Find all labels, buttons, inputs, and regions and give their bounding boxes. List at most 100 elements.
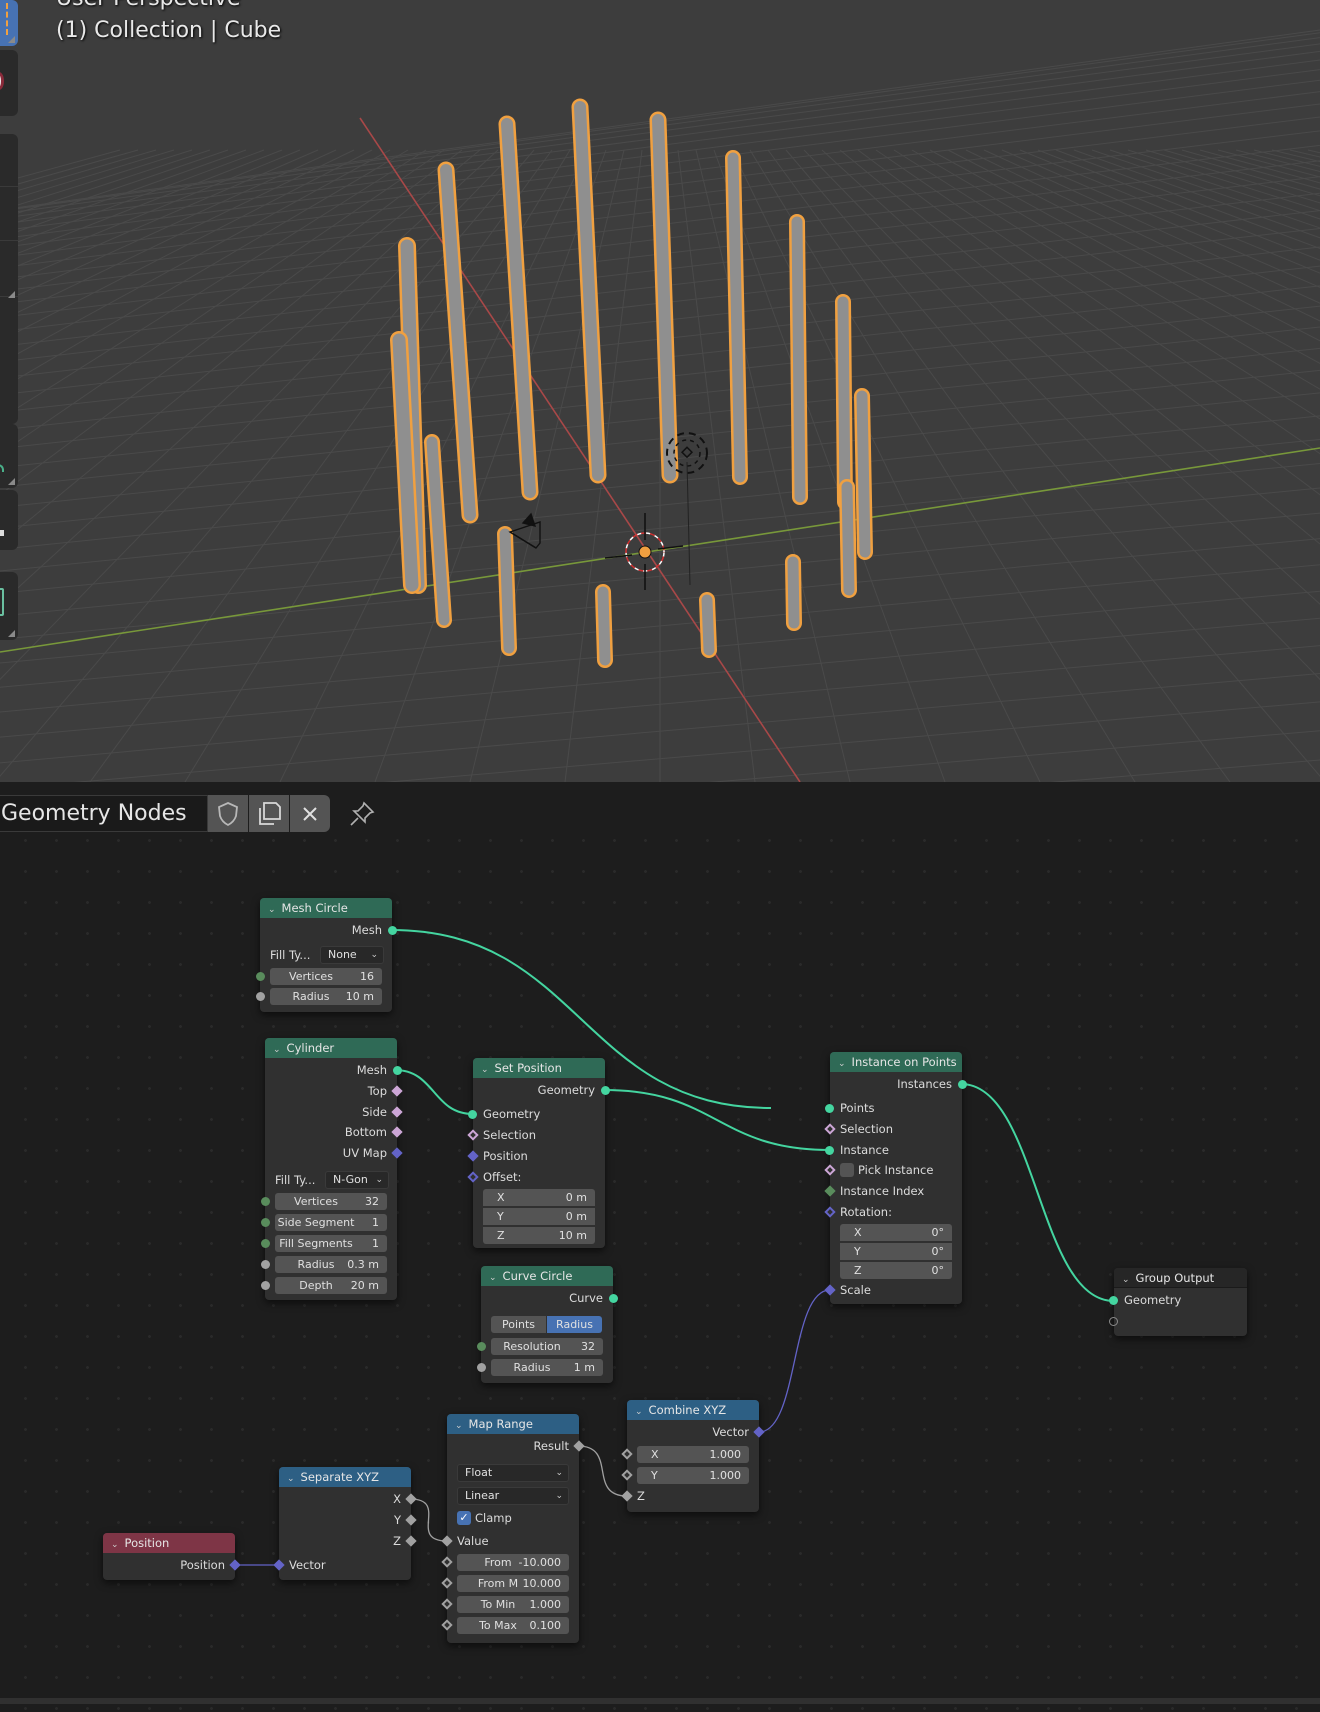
socket-curve-out[interactable] [609,1294,618,1303]
tool-select-box[interactable] [0,0,18,46]
mode-radius-button[interactable]: Radius [547,1316,602,1333]
node-header[interactable]: ⌄ Curve Circle [481,1266,613,1286]
collapse-chevron-icon[interactable]: ⌄ [287,1469,295,1489]
node-map-range[interactable]: ⌄ Map Range Result Float ⌄ Linear ⌄ ✓ Clamp… [441,1414,585,1643]
socket-fill-segments-in[interactable] [261,1239,270,1248]
node-header[interactable]: ⌄ Group Output [1114,1268,1247,1288]
duplicate-button[interactable] [249,795,289,832]
field-offset-x[interactable]: X0 m [483,1189,595,1206]
tool-annotate[interactable] [0,424,18,488]
node-link-1[interactable] [394,1069,474,1115]
socket-vertices-in[interactable] [261,1197,270,1206]
field-rotation-x[interactable]: X 0° [840,1224,952,1241]
viewport-scene[interactable] [0,0,1320,782]
node-cylinder[interactable]: ⌄ Cylinder Mesh Top Side Bottom UV Map Fi… [261,1038,403,1300]
field-rotation-z[interactable]: Z 0° [840,1262,952,1279]
socket-radius-in[interactable] [477,1363,486,1372]
field-from-max[interactable]: From M 10.000 [457,1575,569,1592]
field-from-min[interactable]: From -10.000 [457,1554,569,1571]
field-x[interactable]: X 1.000 [637,1446,749,1463]
node-header[interactable]: ⌄ Set Position [473,1058,605,1078]
node-separate-xyz[interactable]: ⌄ Separate XYZ X Y Z Vector [273,1467,417,1580]
cylinder-instance[interactable] [837,296,851,508]
node-tree-name-field[interactable]: Geometry Nodes [0,795,208,832]
collapse-chevron-icon[interactable]: ⌄ [455,1416,463,1436]
pick-instance-checkbox[interactable] [840,1163,854,1177]
3d-viewport[interactable]: User Perspective (1) Collection | Cube [0,0,1320,782]
socket-points-in[interactable] [825,1104,834,1113]
interpolation-dropdown[interactable]: Linear ⌄ [457,1487,569,1505]
field-radius[interactable]: Radius 10 m [270,988,382,1005]
cylinder-instance[interactable] [856,390,871,558]
collapse-chevron-icon[interactable]: ⌄ [273,1040,281,1060]
editor-bottom-scrollbar[interactable] [0,1698,1320,1704]
collapse-chevron-icon[interactable]: ⌄ [481,1060,489,1080]
cylinder-instance[interactable] [841,481,855,596]
node-set-position[interactable]: ⌄ Set Position Geometry Geometry Selectio… [467,1058,610,1248]
node-header[interactable]: ⌄ Separate XYZ [279,1467,411,1487]
socket-geometry-in[interactable] [468,1110,477,1119]
socket-resolution-in[interactable] [477,1342,486,1351]
tool-add-cube[interactable] [0,572,18,640]
node-header[interactable]: ⌄ Instance on Points [830,1052,962,1072]
node-curve-circle[interactable]: ⌄ Curve Circle Curve Points Radius Resolu… [477,1266,618,1383]
data-type-dropdown[interactable]: Float ⌄ [457,1464,569,1482]
node-link-2[interactable] [603,1089,831,1151]
collapse-chevron-icon[interactable]: ⌄ [838,1054,846,1074]
cylinder-instance[interactable] [787,556,800,629]
tool-group-transform[interactable] [0,134,18,424]
field-offset-z[interactable]: Z 10 m [483,1227,595,1244]
node-position[interactable]: ⌄ Position Position [103,1533,241,1580]
node-link-4[interactable] [758,1289,831,1433]
socket-radius-in[interactable] [261,1260,270,1269]
socket-instance-in[interactable] [825,1146,834,1155]
socket-radius-in[interactable] [256,992,265,1001]
unlink-button[interactable] [290,795,330,832]
collapse-chevron-icon[interactable]: ⌄ [1122,1270,1130,1290]
node-header[interactable]: ⌄ Position [103,1533,235,1553]
field-to-min[interactable]: To Min 1.000 [457,1596,569,1613]
cylinder-instance[interactable] [791,216,806,503]
socket-vertices-in[interactable] [256,972,265,981]
field-vertices[interactable]: Vertices 16 [270,968,382,985]
node-header[interactable]: ⌄ Mesh Circle [260,898,392,918]
socket-mesh-out[interactable] [393,1066,402,1075]
node-group-output[interactable]: ⌄ Group Output Geometry [1109,1268,1247,1336]
field-vertices[interactable]: Vertices 32 [275,1193,387,1210]
socket-geometry-in[interactable] [1109,1296,1118,1305]
socket-instances-out[interactable] [958,1080,967,1089]
node-header[interactable]: ⌄ Cylinder [265,1038,397,1058]
socket-depth-in[interactable] [261,1281,270,1290]
tool-measure[interactable] [0,490,18,550]
fill-type-dropdown[interactable]: N-Gon ⌄ [325,1171,389,1189]
node-header[interactable]: ⌄ Combine XYZ [627,1400,759,1420]
collapse-chevron-icon[interactable]: ⌄ [268,900,276,920]
cylinder-instance[interactable] [701,594,715,656]
cylinder-instance[interactable] [597,586,611,666]
node-editor[interactable]: Geometry Nodes ⌄ Mesh Circle Mesh Fill Ty… [0,782,1320,1712]
field-y[interactable]: Y 1.000 [637,1467,749,1484]
collapse-chevron-icon[interactable]: ⌄ [111,1535,119,1555]
socket-geometry-out[interactable] [601,1086,610,1095]
field-offset-y[interactable]: Y0 m [483,1208,595,1225]
field-depth[interactable]: Depth 20 m [275,1277,387,1294]
field-fill-segments[interactable]: Fill Segments 1 [275,1235,387,1252]
cylinder-instance[interactable] [727,152,746,483]
node-instance-on-points[interactable]: ⌄ Instance on Points Instances Points Sel… [824,1052,967,1304]
field-rotation-y[interactable]: Y 0° [840,1243,952,1260]
node-link-5[interactable] [577,1445,628,1497]
clamp-checkbox[interactable]: ✓ [457,1511,471,1525]
collapse-chevron-icon[interactable]: ⌄ [489,1268,497,1288]
field-to-max[interactable]: To Max 0.100 [457,1617,569,1634]
cylinder-instance[interactable] [499,528,515,654]
tool-cursor[interactable] [0,50,18,116]
cylinder-instance[interactable] [426,436,450,626]
fill-type-dropdown[interactable]: None ⌄ [320,946,384,964]
node-mesh-circle[interactable]: ⌄ Mesh Circle Mesh Fill Ty... None ⌄ Verti… [256,898,397,1012]
field-radius[interactable]: Radius 0.3 m [275,1256,387,1273]
socket-side-segments-in[interactable] [261,1218,270,1227]
node-link-3[interactable] [960,1083,1115,1302]
socket-empty-in[interactable] [1109,1317,1118,1326]
field-radius[interactable]: Radius 1 m [491,1359,603,1376]
pin-button[interactable] [342,795,382,832]
